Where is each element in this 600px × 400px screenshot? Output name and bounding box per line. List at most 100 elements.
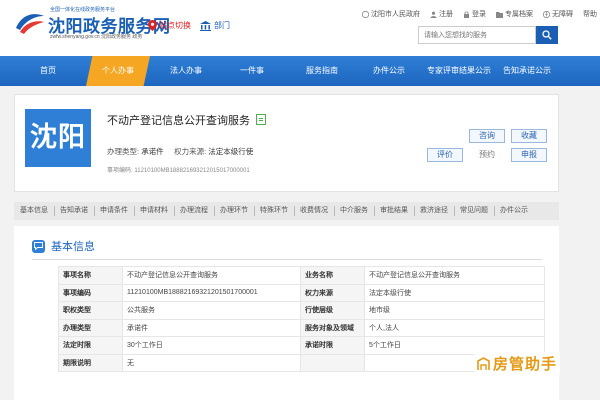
table-key xyxy=(300,353,365,372)
nav-service-guide[interactable]: 服务指南 xyxy=(292,56,352,86)
main-nav: 首页 个人办事 法人办事 一件事 服务指南 办件公示 专家评审结果公示 告知承诺… xyxy=(0,56,600,86)
register-link[interactable]: 注册 xyxy=(430,9,453,19)
section-tabs: 基本信息 告知承诺 申请条件 申请材料 办理流程 办理环节 特殊环节 收费情况 … xyxy=(14,202,559,220)
user-icon xyxy=(430,11,437,18)
tab-steps[interactable]: 办理环节 xyxy=(220,202,248,220)
tab-divider xyxy=(134,206,135,216)
help-link[interactable]: 帮助 xyxy=(583,9,597,19)
logo-mark-icon xyxy=(16,14,44,34)
tab-divider xyxy=(254,206,255,216)
search-icon xyxy=(542,30,552,40)
table-row: 期限说明 无 xyxy=(58,353,545,372)
city-badge: 沈阳 xyxy=(25,109,91,167)
tab-special-steps[interactable]: 特殊环节 xyxy=(260,202,288,220)
table-key: 业务名称 xyxy=(300,266,365,285)
table-value: 无 xyxy=(122,353,301,372)
table-value: 地市级 xyxy=(364,301,545,320)
site-header: 全国一体化在线政务服务平台 沈阳政务服务网 zwfw.shenyang.gov.… xyxy=(0,0,600,56)
top-links: 沈阳市人民政府 注册 登录 专属档案 无障碍 帮助 xyxy=(362,9,597,19)
nav-notice-public[interactable]: 告知承诺公示 xyxy=(500,56,554,86)
tab-divider xyxy=(174,206,175,216)
document-icon[interactable] xyxy=(256,114,266,125)
table-value: 11210100MB18882169321201501700001 xyxy=(122,283,301,302)
search-button[interactable] xyxy=(536,26,558,44)
search-input[interactable] xyxy=(418,26,536,44)
table-key: 办理类型 xyxy=(58,318,123,337)
tab-divider xyxy=(454,206,455,216)
tab-case-public[interactable]: 办件公示 xyxy=(500,202,528,220)
basic-info-header: 基本信息 xyxy=(32,238,95,254)
gov-icon xyxy=(362,10,369,18)
chat-bubble-icon xyxy=(32,239,45,253)
login-link[interactable]: 登录 xyxy=(463,9,486,19)
tab-divider xyxy=(54,206,55,216)
nav-legal-entity[interactable]: 法人办事 xyxy=(156,56,216,86)
tab-basic-info[interactable]: 基本信息 xyxy=(20,202,48,220)
table-row: 事项编码 11210100MB18882169321201501700001 权… xyxy=(58,283,545,302)
tab-divider xyxy=(374,206,375,216)
tab-intermediary[interactable]: 中介服务 xyxy=(340,202,368,220)
table-key: 期限说明 xyxy=(58,353,123,372)
nav-one-thing[interactable]: 一件事 xyxy=(222,56,282,86)
table-key: 行使层级 xyxy=(300,301,365,320)
site-switch-label: 站点切换 xyxy=(159,21,191,30)
tab-notice-promise[interactable]: 告知承诺 xyxy=(60,202,88,220)
watermark-text: 房管助手 xyxy=(493,356,558,373)
nav-case-public[interactable]: 办件公示 xyxy=(360,56,418,86)
table-key: 职权类型 xyxy=(58,301,123,320)
nav-personal[interactable]: 个人办事 xyxy=(86,56,150,86)
divider xyxy=(32,259,542,260)
favorite-button[interactable]: 收藏 xyxy=(511,129,547,143)
tab-faq[interactable]: 常见问题 xyxy=(460,202,488,220)
table-row: 职权类型 公共服务 行使层级 地市级 xyxy=(58,301,545,320)
tab-materials[interactable]: 申请材料 xyxy=(140,202,168,220)
service-source-value: 法定本级行使 xyxy=(208,147,254,156)
table-value: 法定本级行使 xyxy=(364,283,545,302)
apply-button[interactable]: 申报 xyxy=(511,148,547,162)
tab-divider xyxy=(334,206,335,216)
archive-link[interactable]: 专属档案 xyxy=(496,9,533,19)
building-icon xyxy=(200,20,211,31)
tab-conditions[interactable]: 申请条件 xyxy=(100,202,128,220)
logo-subtitle: zwfw.shenyang.gov.cn 沈阳政务服务 政务 xyxy=(50,34,143,40)
table-key: 承诺时限 xyxy=(300,336,365,355)
accessibility-icon xyxy=(543,10,550,18)
tab-fees[interactable]: 收费情况 xyxy=(300,202,328,220)
table-key: 事项编码 xyxy=(58,283,123,302)
house-logo-icon xyxy=(477,356,490,370)
department-link[interactable]: 部门 xyxy=(200,20,230,31)
table-value: 个人,法人 xyxy=(364,318,545,337)
table-value: 30个工作日 xyxy=(122,336,301,355)
basic-info-title: 基本信息 xyxy=(51,241,95,253)
nav-home[interactable]: 首页 xyxy=(18,56,78,86)
evaluate-button[interactable]: 评价 xyxy=(427,148,463,162)
tab-process[interactable]: 办理流程 xyxy=(180,202,208,220)
service-code: 事项编码: 11210100MB188821693212015017000001 xyxy=(107,168,250,174)
department-label: 部门 xyxy=(214,21,230,30)
table-value: 公共服务 xyxy=(122,301,301,320)
table-row: 事项名称 不动产登记信息公开查询服务 业务名称 不动产登记信息公开查询服务 xyxy=(58,266,545,285)
tab-divider xyxy=(214,206,215,216)
consult-button[interactable]: 咨询 xyxy=(469,129,505,143)
watermark: 房管助手 xyxy=(474,352,561,375)
tab-remedy[interactable]: 救济途径 xyxy=(420,202,448,220)
table-key: 服务对象及领域 xyxy=(300,318,365,337)
site-logo[interactable]: 全国一体化在线政务服务平台 沈阳政务服务网 zwfw.shenyang.gov.… xyxy=(14,6,170,40)
reserve-button[interactable]: 预约 xyxy=(469,148,505,162)
accessibility-link[interactable]: 无障碍 xyxy=(543,9,573,19)
service-title: 不动产登记信息公开查询服务 xyxy=(107,115,250,127)
service-meta: 办理类型: 承诺件 权力来源: 法定本级行使 xyxy=(107,147,254,156)
tab-divider xyxy=(94,206,95,216)
gov-link[interactable]: 沈阳市人民政府 xyxy=(362,9,420,19)
folder-icon xyxy=(496,11,503,18)
service-type-value: 承诺件 xyxy=(141,147,164,156)
site-switch[interactable]: 站点切换 xyxy=(148,20,191,31)
location-pin-icon xyxy=(148,20,157,31)
tab-divider xyxy=(414,206,415,216)
tab-approval-result[interactable]: 审批结果 xyxy=(380,202,408,220)
table-key: 事项名称 xyxy=(58,266,123,285)
table-value: 不动产登记信息公开查询服务 xyxy=(364,266,545,285)
nav-expert-review[interactable]: 专家评审结果公示 xyxy=(422,56,496,86)
table-row: 办理类型 承诺件 服务对象及领域 个人,法人 xyxy=(58,318,545,337)
basic-info-table: 事项名称 不动产登记信息公开查询服务 业务名称 不动产登记信息公开查询服务 事项… xyxy=(58,266,545,372)
